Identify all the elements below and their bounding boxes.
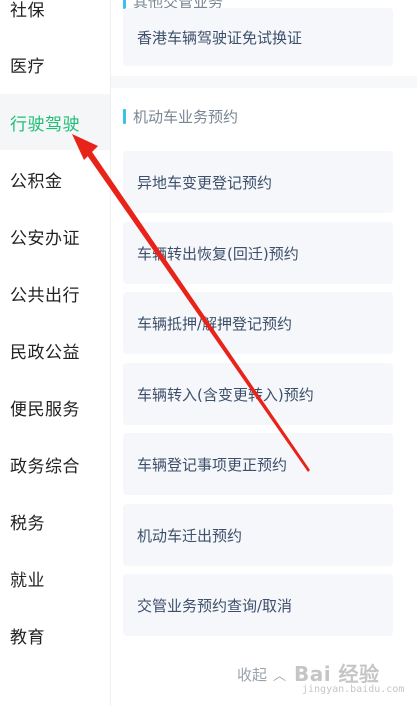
sidebar-item-label: 政务综合 [10,456,80,477]
section-title-text: 机动车业务预约 [133,108,239,126]
service-card-relocation-change[interactable]: 异地车变更登记预约 [123,151,393,213]
service-card-label: 香港车辆驾驶证免试换证 [137,28,303,47]
service-card-transfer-in[interactable]: 车辆转入(含变更转入)预约 [123,363,393,425]
category-sidebar: 社保 医疗 行驶驾驶 公积金 公安办证 公共出行 民政公益 便民服务 政务综合 … [0,0,111,706]
service-card-transfer-restore[interactable]: 车辆转出恢复(回迁)预约 [123,222,393,284]
sidebar-item-social-security[interactable]: 社保 [0,0,110,36]
sidebar-item-government[interactable]: 政务综合 [0,436,110,492]
service-card-mortgage[interactable]: 车辆抵押/解押登记预约 [123,292,393,354]
sidebar-item-convenience[interactable]: 便民服务 [0,379,110,435]
sidebar-item-medical[interactable]: 医疗 [0,36,110,92]
sidebar-item-public-transport[interactable]: 公共出行 [0,265,110,321]
sidebar-item-label: 公共出行 [10,285,80,306]
sidebar-item-education[interactable]: 教育 [0,607,110,663]
collapse-button[interactable]: 收起 ︿ [237,664,286,685]
sidebar-item-civil-affairs[interactable]: 民政公益 [0,322,110,378]
sidebar-item-tax[interactable]: 税务 [0,493,110,549]
sidebar-item-label: 公积金 [10,171,63,192]
sidebar-item-label: 行驶驾驶 [10,114,80,135]
service-card-label: 车辆转入(含变更转入)预约 [137,385,314,404]
sidebar-item-label: 便民服务 [10,399,80,420]
watermark: Bai 经验 jingyan.baidu.com [294,652,412,700]
sidebar-item-label: 就业 [10,570,45,591]
sidebar-item-label: 教育 [10,627,45,648]
watermark-url: jingyan.baidu.com [302,684,405,695]
sidebar-item-public-security[interactable]: 公安办证 [0,208,110,264]
watermark-logo: Bai 经验 [294,662,380,686]
service-card-label: 车辆抵押/解押登记预约 [137,314,293,333]
vehicle-services-panel: 机动车业务预约 异地车变更登记预约 车辆转出恢复(回迁)预约 车辆抵押/解押登记… [111,88,417,706]
sidebar-item-label: 医疗 [10,56,45,77]
service-card-registration-correction[interactable]: 车辆登记事项更正预约 [123,433,393,495]
service-card-label: 异地车变更登记预约 [137,173,273,192]
sidebar-item-driving[interactable]: 行驶驾驶 [0,94,110,150]
sidebar-item-label: 社保 [10,0,45,21]
chevron-up-icon: ︿ [273,669,287,684]
service-card-appointment-query[interactable]: 交管业务预约查询/取消 [123,574,393,636]
other-services-panel: 其他交管业务 香港车辆驾驶证免试换证 [111,0,417,76]
screen: 社保 医疗 行驶驾驶 公积金 公安办证 公共出行 民政公益 便民服务 政务综合 … [0,0,417,706]
sidebar-item-label: 民政公益 [10,342,80,363]
service-card-label: 车辆登记事项更正预约 [137,455,288,474]
service-card-hk-license[interactable]: 香港车辆驾驶证免试换证 [123,8,393,66]
service-card-label: 机动车迁出预约 [137,526,243,545]
sidebar-item-employment[interactable]: 就业 [0,550,110,606]
service-content: 其他交管业务 香港车辆驾驶证免试换证 机动车业务预约 异地车变更登记预约 车辆转… [111,0,417,706]
sidebar-item-label: 公安办证 [10,228,80,249]
section-marker [123,109,126,124]
service-card-vehicle-moveout[interactable]: 机动车迁出预约 [123,504,393,566]
service-card-label: 交管业务预约查询/取消 [137,596,293,615]
sidebar-item-label: 税务 [10,513,45,534]
section-title-vehicle: 机动车业务预约 [123,106,238,127]
service-card-label: 车辆转出恢复(回迁)预约 [137,244,299,263]
collapse-label: 收起 [237,666,268,684]
sidebar-item-housing-fund[interactable]: 公积金 [0,151,110,207]
